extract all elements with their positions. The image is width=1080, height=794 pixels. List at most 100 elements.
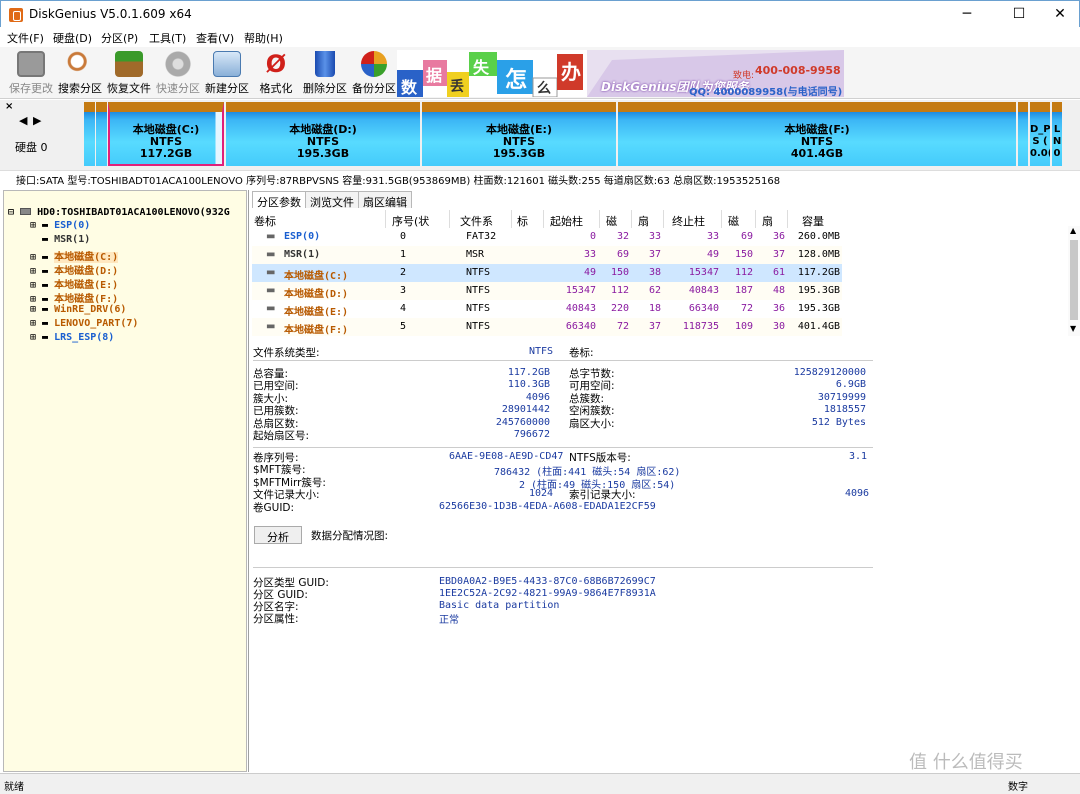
col-header-start-cyl[interactable]: 起始柱面 — [544, 210, 600, 244]
col-header-flag[interactable]: 标识 — [512, 210, 544, 244]
divider-3 — [253, 567, 873, 568]
tab-browse-files[interactable]: 浏览文件 — [305, 191, 359, 209]
row-fs: FAT32 — [466, 231, 497, 242]
tree-item-f[interactable]: ⊞ ▬ 本地磁盘(F:) — [30, 290, 118, 305]
menu-file[interactable]: 文件(F) — [7, 30, 44, 46]
row-cap: 401.4GB — [797, 321, 840, 332]
partition-winre-block[interactable] — [1018, 102, 1028, 166]
row-eh: 69 — [740, 231, 753, 242]
menu-help[interactable]: 帮助(H) — [244, 30, 283, 46]
row-idx: 0 — [400, 231, 407, 242]
collapse-icon[interactable]: ⊟ — [8, 207, 14, 218]
record-size-value: 1024 — [529, 488, 554, 499]
row-ss: 18 — [648, 303, 661, 314]
row-volume-label: 本地磁盘(D:) — [284, 289, 349, 300]
quick-partition-button[interactable]: 快速分区 — [154, 49, 202, 97]
detail-value: 512 Bytes — [811, 416, 866, 428]
table-row[interactable]: ▬ MSR(1) 1 MSR 33 69 37 49 150 37 128.0MB — [252, 246, 842, 264]
partition-d-block[interactable]: 本地磁盘(D:) NTFS 195.3GB — [226, 102, 420, 166]
tab-partition-params[interactable]: 分区参数 — [252, 191, 306, 209]
search-partition-button[interactable]: 搜索分区 — [56, 49, 104, 97]
format-icon: Ø — [265, 50, 287, 78]
row-cap: 117.2GB — [797, 267, 840, 278]
tree-item-c[interactable]: ⊞ ▬ 本地磁盘(C:) — [30, 248, 119, 263]
maximize-button[interactable]: ☐ — [996, 1, 1042, 28]
format-button[interactable]: Ø 格式化 — [252, 49, 300, 97]
new-partition-button[interactable]: 新建分区 — [203, 49, 251, 97]
col-header-capacity[interactable]: 容量 — [788, 210, 842, 228]
partition-c-block[interactable]: 本地磁盘(C:) NTFS 117.2GB — [108, 102, 224, 166]
menu-view[interactable]: 查看(V) — [196, 30, 234, 46]
row-sh: 220 — [610, 303, 629, 314]
row-ss: 37 — [648, 321, 661, 332]
table-scrollbar[interactable]: ▲ ▼ — [1068, 226, 1080, 336]
row-cap: 260.0MB — [797, 231, 840, 242]
col-header-label[interactable]: 卷标 — [252, 210, 386, 228]
partition-f-block[interactable]: 本地磁盘(F:) NTFS 401.4GB — [618, 102, 1016, 166]
scroll-down-icon[interactable]: ▼ — [1070, 324, 1076, 333]
partition-esp-block[interactable] — [84, 102, 95, 166]
col-header-fs[interactable]: 文件系统 — [450, 210, 512, 244]
row-ec: 40843 — [688, 285, 719, 296]
ad-char-7: 办 — [561, 60, 581, 84]
row-sc: 49 — [583, 267, 596, 278]
tab-sector-edit[interactable]: 扇区编辑 — [358, 191, 412, 209]
ad-qq: QQ: 4000089958(与电话同号) — [689, 87, 843, 97]
fs-type-label: 文件系统类型: — [253, 347, 320, 359]
close-icon[interactable]: × — [5, 101, 13, 112]
table-row[interactable]: ▬ ESP(0) 0 FAT32 0 32 33 33 69 36 260.0MB — [252, 228, 842, 246]
row-eh: 150 — [734, 249, 753, 260]
ad-banner[interactable]: 数 据 丢 失 怎 么 办 DiskGenius团队为您服务 致电: 400-0… — [397, 50, 844, 97]
next-disk-icon[interactable]: ▶ — [33, 114, 41, 127]
menu-tools[interactable]: 工具(T) — [149, 30, 186, 46]
col-header-end-head[interactable]: 磁头 — [722, 210, 756, 244]
table-row[interactable]: ▬ 本地磁盘(D:) 3 NTFS 15347 112 62 40843 187 48 195.3G… — [252, 282, 842, 300]
tree-item-lenovo-part[interactable]: ⊞ ▬ LENOVO_PART(7) — [30, 318, 138, 332]
volume-guid-value: 62566E30-1D3B-4EDA-A608-EDADA1E2CF59 — [439, 501, 656, 512]
tree-root[interactable]: ⊟ HD0:TOSHIBADT01ACA100LENOVO(932G — [8, 207, 230, 221]
minimize-button[interactable]: ─ — [944, 1, 990, 28]
row-fs: NTFS — [466, 267, 491, 278]
magnifier-icon — [66, 51, 94, 77]
table-row[interactable]: ▬ 本地磁盘(F:) 5 NTFS 66340 72 37 118735 109 30 401.4G… — [252, 318, 842, 336]
col-header-end-cyl[interactable]: 终止柱面 — [664, 210, 722, 244]
delete-partition-button[interactable]: 删除分区 — [301, 49, 349, 97]
tree-item-e[interactable]: ⊞ ▬ 本地磁盘(E:) — [30, 276, 118, 291]
col-header-end-sector[interactable]: 扇区 — [756, 210, 788, 244]
scroll-thumb[interactable] — [1070, 240, 1078, 320]
prev-disk-icon[interactable]: ◀ — [19, 114, 27, 127]
partition-e-block[interactable]: 本地磁盘(E:) NTFS 195.3GB — [422, 102, 616, 166]
recover-files-button[interactable]: 恢复文件 — [105, 49, 153, 97]
tree-item-msr[interactable]: ▬ MSR(1) — [30, 234, 90, 248]
col-header-start-head[interactable]: 磁头 — [600, 210, 632, 244]
analyze-button[interactable]: 分析 — [254, 526, 302, 544]
scroll-up-icon[interactable]: ▲ — [1070, 226, 1076, 235]
col-header-index[interactable]: 序号(状态) — [386, 210, 450, 244]
col-header-start-sector[interactable]: 扇区 — [632, 210, 664, 244]
table-row[interactable]: ▬ 本地磁盘(C:) 2 NTFS 49 150 38 15347 112 61 117.2GB — [252, 264, 842, 282]
row-eh: 112 — [734, 267, 753, 278]
box-restore-icon — [115, 51, 143, 77]
status-bar: 就绪 数字 — [0, 773, 1080, 794]
detail-value: 30719999 — [817, 391, 866, 403]
row-fs: NTFS — [466, 303, 491, 314]
table-row[interactable]: ▬ 本地磁盘(E:) 4 NTFS 40843 220 18 66340 72 36 195.3GB — [252, 300, 842, 318]
menu-disk[interactable]: 硬盘(D) — [53, 30, 92, 46]
row-ec: 15347 — [688, 267, 719, 278]
tree-item-winre[interactable]: ⊞ ▬ WinRE_DRV(6) — [30, 304, 126, 318]
row-ec: 49 — [706, 249, 719, 260]
backup-partition-button[interactable]: 备份分区 — [350, 49, 398, 97]
partition-lenovo-block[interactable]: D_PS (0.0( — [1030, 102, 1050, 166]
partition-lrs-block[interactable]: LN0 — [1052, 102, 1062, 166]
tree-item-d[interactable]: ⊞ ▬ 本地磁盘(D:) — [30, 262, 118, 277]
partition-details-panel: 分区参数 浏览文件 扇区编辑 卷标 序号(状态) 文件系统 标识 起始柱面 磁头… — [248, 190, 1080, 773]
tree-item-esp[interactable]: ⊞ ▬ ESP(0) — [30, 220, 90, 234]
close-button[interactable]: ✕ — [1037, 1, 1080, 28]
row-sc: 40843 — [565, 303, 596, 314]
ad-phone-label: 致电: — [733, 71, 755, 81]
save-changes-button[interactable]: 保存更改 — [7, 49, 55, 97]
menu-partition[interactable]: 分区(P) — [101, 30, 138, 46]
partition-msr-block[interactable] — [96, 102, 107, 166]
tree-item-lrs-esp[interactable]: ⊞ ▬ LRS_ESP(8) — [30, 332, 114, 346]
hard-disk-icon — [20, 208, 32, 215]
